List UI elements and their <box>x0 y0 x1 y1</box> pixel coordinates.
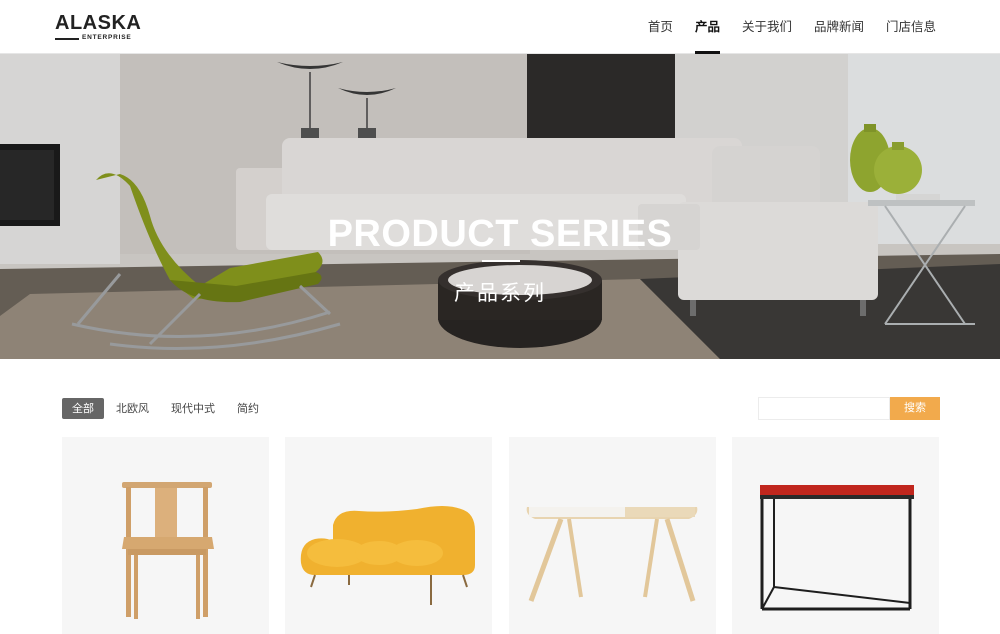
search-input[interactable] <box>758 397 890 420</box>
nav-item-stores[interactable]: 门店信息 <box>886 0 936 54</box>
search-button[interactable]: 搜索 <box>890 397 940 420</box>
nav-item-home[interactable]: 首页 <box>648 0 673 54</box>
banner-subtitle: 产品系列 <box>454 281 546 305</box>
logo-subtext: ENTERPRISE <box>82 34 132 41</box>
category-filter: 全部 北欧风 现代中式 简约 <box>62 398 271 419</box>
site-header: ALASKA ENTERPRISE 首页 产品 关于我们 品牌新闻 门店信息 <box>0 0 1000 54</box>
logo-text: ALASKA <box>55 12 142 34</box>
hero-banner: PRODUCT SERIES 产品系列 <box>0 54 1000 359</box>
filter-tab-nordic[interactable]: 北欧风 <box>106 398 159 419</box>
nav-item-about[interactable]: 关于我们 <box>742 0 792 54</box>
product-card[interactable] <box>62 437 269 634</box>
yellow-sofa-icon <box>300 506 475 605</box>
filter-tab-modern-chinese[interactable]: 现代中式 <box>161 398 225 419</box>
banner-divider <box>482 260 520 262</box>
product-card[interactable] <box>732 437 939 634</box>
coffee-table-icon <box>526 507 698 602</box>
banner-title: PRODUCT SERIES <box>327 213 673 255</box>
nav-item-products[interactable]: 产品 <box>694 0 720 54</box>
product-card[interactable] <box>509 437 716 634</box>
main-nav: 首页 产品 关于我们 品牌新闻 门店信息 <box>626 0 936 54</box>
product-search: 搜索 <box>758 397 940 420</box>
red-side-table-icon <box>760 485 914 611</box>
filter-tab-all[interactable]: 全部 <box>62 398 104 419</box>
wooden-chair-icon <box>122 482 214 619</box>
living-room-scene-image <box>0 54 1000 359</box>
logo-underline <box>55 38 79 40</box>
product-grid <box>62 437 940 634</box>
logo[interactable]: ALASKA ENTERPRISE <box>55 12 142 43</box>
product-card[interactable] <box>285 437 492 634</box>
nav-item-news[interactable]: 品牌新闻 <box>814 0 864 54</box>
filter-tab-minimalist[interactable]: 简约 <box>227 398 269 419</box>
